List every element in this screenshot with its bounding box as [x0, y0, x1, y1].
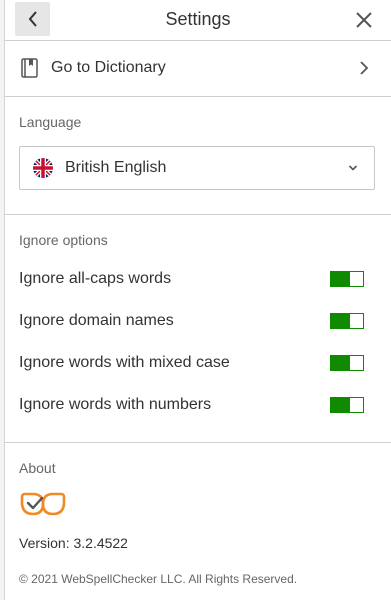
toggle-knob: [349, 398, 363, 412]
option-ignore-domain-names: Ignore domain names: [19, 310, 365, 334]
option-ignore-all-caps: Ignore all-caps words: [19, 268, 365, 292]
chevron-down-icon: [348, 165, 358, 171]
about-title: About: [19, 460, 56, 476]
option-label: Ignore domain names: [19, 312, 174, 329]
book-icon: [21, 58, 38, 78]
settings-header: Settings: [5, 0, 391, 41]
toggle-track: [331, 398, 349, 412]
page-title: Settings: [165, 9, 231, 29]
ignore-options-section: Ignore options Ignore all-caps words Ign…: [5, 215, 391, 443]
option-label: Ignore words with mixed case: [19, 354, 230, 371]
toggle-knob: [349, 314, 363, 328]
about-section: About Version: 3.2.4522 © 2021 WebSpellC…: [5, 443, 391, 600]
toggle-track: [331, 314, 349, 328]
ignore-domain-names-toggle[interactable]: [330, 313, 364, 329]
ignore-all-caps-toggle[interactable]: [330, 271, 364, 287]
toggle-knob: [349, 356, 363, 370]
option-label: Ignore all-caps words: [19, 270, 172, 287]
webspellchecker-logo: [20, 492, 66, 516]
language-select[interactable]: British English: [19, 146, 375, 190]
ignore-numbers-toggle[interactable]: [330, 397, 364, 413]
close-icon: [356, 12, 372, 28]
ignore-mixed-case-toggle[interactable]: [330, 355, 364, 371]
option-label: Ignore words with numbers: [19, 396, 212, 413]
settings-panel: Settings Go to Dictionary Language Briti…: [5, 0, 391, 600]
copyright-text: © 2021 WebSpellChecker LLC. All Rights R…: [19, 572, 298, 586]
language-section: Language British English: [5, 97, 391, 215]
toggle-track: [331, 356, 349, 370]
go-to-dictionary-row[interactable]: Go to Dictionary: [5, 41, 391, 97]
option-ignore-numbers: Ignore words with numbers: [19, 394, 365, 418]
ignore-options-title: Ignore options: [19, 232, 108, 248]
toggle-track: [331, 272, 349, 286]
language-section-title: Language: [19, 114, 82, 130]
go-to-dictionary-label: Go to Dictionary: [51, 59, 166, 76]
close-button[interactable]: [354, 10, 374, 30]
uk-flag-icon: [33, 158, 53, 178]
chevron-right-icon: [360, 61, 369, 75]
version-text: Version: 3.2.4522: [19, 535, 128, 551]
toggle-knob: [349, 272, 363, 286]
selected-language: British English: [65, 159, 167, 176]
settings-page: Settings Go to Dictionary Language Briti…: [0, 0, 391, 600]
option-ignore-mixed-case: Ignore words with mixed case: [19, 352, 365, 376]
